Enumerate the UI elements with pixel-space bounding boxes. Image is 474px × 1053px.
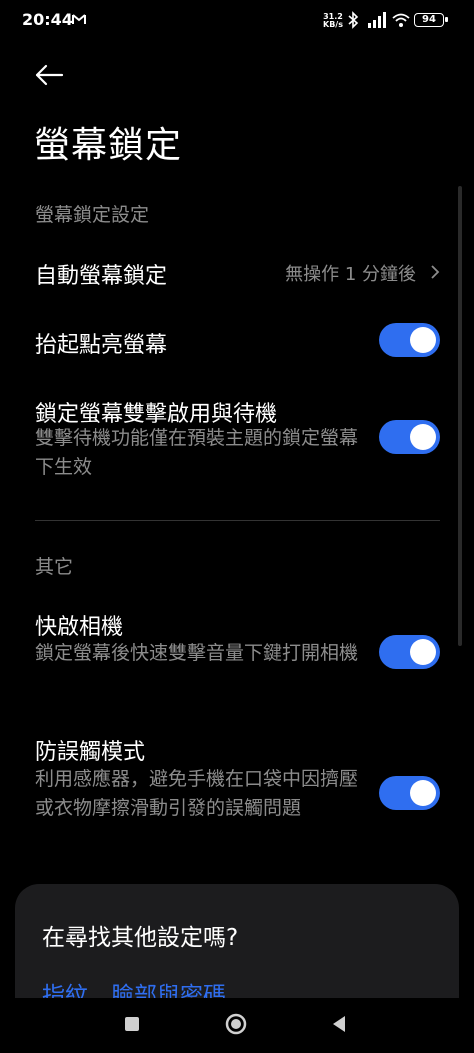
battery-level: 94 — [422, 14, 436, 25]
setting-subtitle: 雙擊待機功能僅在預裝主題的鎖定螢幕下生效 — [35, 427, 359, 478]
setting-auto-lock[interactable]: 自動螢幕鎖定 無操作 1 分鐘後 — [0, 250, 474, 294]
suggestion-title: 在尋找其他設定嗎? — [42, 925, 239, 951]
suggestion-card: 在尋找其他設定嗎? 指紋、臉部與密碼 — [15, 884, 459, 1004]
setting-subtitle: 鎖定螢幕後快速雙擊音量下鍵打開相機 — [35, 642, 359, 664]
navigation-bar — [0, 998, 474, 1053]
setting-value: 無操作 1 分鐘後 — [285, 264, 416, 285]
toggle-switch[interactable] — [379, 635, 440, 669]
wifi-icon — [392, 13, 410, 27]
toggle-knob — [410, 327, 436, 353]
battery-icon: 94 — [414, 13, 448, 27]
status-time: 20:44 — [22, 10, 73, 29]
setting-title: 抬起點亮螢幕 — [35, 333, 168, 358]
page-title: 螢幕鎖定 — [34, 125, 183, 166]
toggle-knob — [410, 639, 436, 665]
circle-home-icon[interactable] — [224, 1012, 248, 1036]
signal-icon — [368, 12, 386, 28]
setting-subtitle: 利用感應器，避免手機在口袋中因擠壓或衣物摩擦滑動引發的誤觸問題 — [35, 768, 359, 819]
network-speed: 31.2 KB/s — [323, 13, 343, 29]
section-title-other: 其它 — [35, 556, 74, 578]
toggle-switch[interactable] — [379, 420, 440, 454]
setting-title: 快啟相機 — [35, 615, 124, 640]
bluetooth-icon — [348, 11, 359, 29]
setting-quick-camera[interactable]: 快啟相機 鎖定螢幕後快速雙擊音量下鍵打開相機 — [0, 605, 474, 705]
toggle-knob — [410, 424, 436, 450]
gmail-icon — [72, 14, 86, 24]
status-bar: 20:44 31.2 KB/s 94 — [0, 0, 474, 40]
setting-pocket-mode[interactable]: 防誤觸模式 利用感應器，避免手機在口袋中因擠壓或衣物摩擦滑動引發的誤觸問題 — [0, 730, 474, 860]
setting-raise-to-wake[interactable]: 抬起點亮螢幕 — [0, 320, 474, 364]
setting-title: 防誤觸模式 — [35, 740, 146, 765]
chevron-right-icon — [431, 265, 440, 279]
triangle-back-icon[interactable] — [327, 1012, 351, 1036]
section-divider — [35, 520, 440, 521]
toggle-knob — [410, 780, 436, 806]
square-recents-icon[interactable] — [120, 1012, 144, 1036]
arrow-left-icon[interactable] — [32, 58, 66, 92]
toggle-switch[interactable] — [379, 323, 440, 357]
setting-title: 自動螢幕鎖定 — [35, 264, 168, 289]
section-title-lock-settings: 螢幕鎖定設定 — [35, 204, 150, 226]
network-speed-unit: KB/s — [323, 20, 343, 29]
setting-double-tap-wake[interactable]: 鎖定螢幕雙擊啟用與待機 雙擊待機功能僅在預裝主題的鎖定螢幕下生效 — [0, 390, 474, 490]
toggle-switch[interactable] — [379, 776, 440, 810]
